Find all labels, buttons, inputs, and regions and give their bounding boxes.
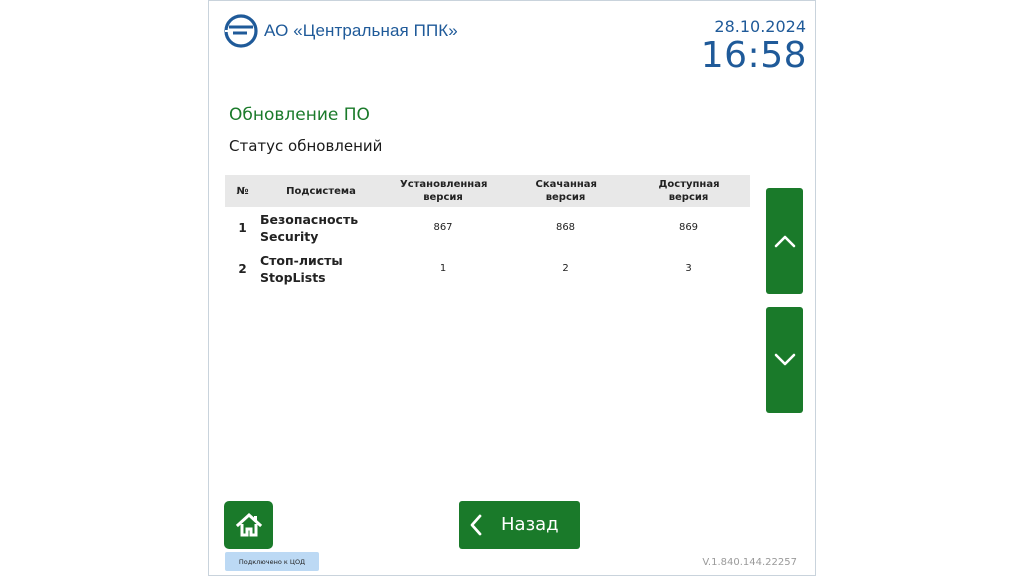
chevron-down-icon	[774, 353, 795, 366]
available-version: 869	[678, 222, 699, 233]
column-header-number: №	[225, 175, 260, 207]
software-version: V.1.840.144.22257	[702, 557, 797, 568]
downloaded-version: 2	[562, 263, 569, 274]
company-logo-icon	[224, 14, 258, 48]
downloaded-version: 868	[555, 222, 576, 233]
chevron-up-icon	[774, 235, 795, 248]
subsystem-name-ru: Стоп-листы	[260, 252, 343, 268]
home-icon	[235, 512, 262, 537]
subsystem-name: Стоп-листы StopLists	[260, 248, 382, 289]
page-title: Обновление ПО	[229, 105, 370, 125]
updates-table: № Подсистема Установленная версия Скачан…	[225, 175, 750, 289]
company-name: АО «Центральная ППК»	[264, 21, 458, 40]
subsystem-name: Безопасность Security	[260, 207, 382, 248]
column-header-downloaded: Скачанная версия	[504, 175, 627, 207]
row-number: 1	[238, 220, 247, 235]
subsystem-name-en: StopLists	[260, 269, 326, 285]
row-number: 2	[238, 261, 247, 276]
scroll-up-button[interactable]	[766, 188, 803, 294]
table-row[interactable]: 1 Безопасность Security 867 868 869	[225, 207, 750, 248]
home-button[interactable]	[224, 501, 273, 549]
connection-status-badge: Подключено к ЦОД	[225, 552, 319, 571]
subsystem-name-ru: Безопасность	[260, 211, 359, 227]
scroll-down-button[interactable]	[766, 307, 803, 413]
installed-version: 1	[439, 263, 447, 274]
back-button[interactable]: Назад	[459, 501, 580, 549]
chevron-left-icon	[470, 514, 482, 536]
installed-version: 867	[433, 222, 453, 233]
available-version: 3	[685, 263, 692, 274]
subsystem-name-en: Security	[260, 228, 319, 244]
column-header-available: Доступная версия	[627, 175, 750, 207]
section-title: Статус обновлений	[229, 137, 383, 155]
current-date: 28.10.2024	[714, 17, 806, 36]
terminal-screen: АО «Центральная ППК» 28.10.2024 16:58 Об…	[208, 0, 816, 576]
table-row[interactable]: 2 Стоп-листы StopLists 1 2 3	[225, 248, 750, 289]
column-header-subsystem: Подсистема	[260, 175, 382, 207]
current-time: 16:58	[700, 35, 807, 76]
back-button-label: Назад	[501, 514, 559, 535]
table-header-row: № Подсистема Установленная версия Скачан…	[225, 175, 750, 207]
column-header-installed: Установленная версия	[382, 175, 504, 207]
